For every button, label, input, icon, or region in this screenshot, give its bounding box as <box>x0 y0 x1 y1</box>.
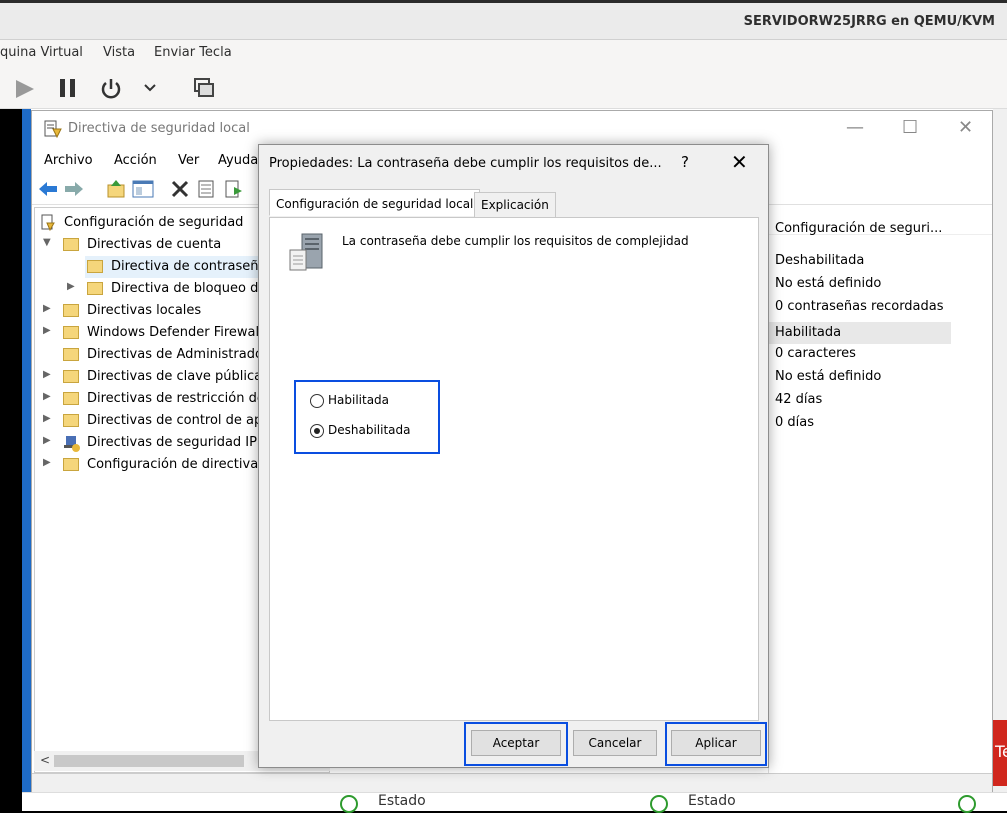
scroll-left-icon[interactable]: < <box>40 753 50 767</box>
chevron-down-icon[interactable] <box>143 83 157 93</box>
bottom-strip: Estado Estado <box>22 792 1007 813</box>
list-item[interactable]: 0 caracteres <box>775 346 985 368</box>
server-icon <box>289 233 323 271</box>
menu-accion[interactable]: Acción <box>114 153 157 168</box>
tab-local-security-setting[interactable]: Configuración de seguridad local <box>269 189 481 216</box>
delete-icon[interactable] <box>170 179 190 199</box>
chevron-right-icon[interactable]: ▶ <box>43 413 51 424</box>
radio-habilitada[interactable]: Habilitada <box>310 392 430 412</box>
properties-icon[interactable] <box>196 179 216 199</box>
ok-button[interactable]: Aceptar <box>471 730 561 756</box>
folder-lock-icon <box>87 282 103 295</box>
list-item[interactable]: No está definido <box>775 369 985 391</box>
host-toolbar <box>0 67 1007 109</box>
pause-icon[interactable] <box>58 78 78 98</box>
folder-lock-icon <box>63 238 79 251</box>
mmc-window-title: Directiva de seguridad local <box>68 121 250 136</box>
policy-description: La contraseña debe cumplir los requisito… <box>342 234 689 248</box>
show-hide-tree-icon[interactable] <box>132 179 154 199</box>
host-menu-maquina-virtual[interactable]: quina Virtual <box>0 45 83 60</box>
mmc-titlebar: Directiva de seguridad local — ☐ ✕ <box>32 111 992 147</box>
up-folder-icon[interactable] <box>106 179 126 199</box>
host-menu-vista[interactable]: Vista <box>103 45 135 60</box>
properties-dialog: Propiedades: La contraseña debe cumplir … <box>258 144 769 768</box>
tab-panel: La contraseña debe cumplir los requisito… <box>269 217 759 721</box>
chevron-right-icon[interactable]: ▶ <box>43 325 51 336</box>
guest-left-edge <box>22 109 31 811</box>
tab-explanation[interactable]: Explicación <box>474 192 556 218</box>
chevron-right-icon[interactable]: ▶ <box>43 303 51 314</box>
play-icon[interactable] <box>14 79 36 99</box>
status-ok-icon <box>340 795 358 813</box>
status-ok-icon <box>958 795 976 813</box>
list-item-selected[interactable]: Habilitada <box>769 322 951 344</box>
chevron-right-icon[interactable]: ▶ <box>43 391 51 402</box>
status-label: Estado <box>688 793 736 809</box>
folder-icon <box>63 458 79 471</box>
scrollbar-thumb[interactable] <box>54 755 244 767</box>
column-header-security-setting[interactable]: Configuración de seguri... <box>769 207 992 236</box>
menu-ayuda[interactable]: Ayuda <box>218 153 258 168</box>
folder-icon <box>63 414 79 427</box>
security-settings-icon <box>41 214 55 232</box>
chevron-right-icon[interactable]: ▶ <box>43 435 51 446</box>
local-policy-icon <box>44 120 62 139</box>
forward-arrow-icon[interactable] <box>64 181 84 197</box>
chevron-down-icon[interactable]: ▼ <box>43 237 51 248</box>
list-item[interactable]: 0 días <box>775 415 985 437</box>
back-arrow-icon[interactable] <box>38 181 58 197</box>
policy-values-pane: Configuración de seguri... Deshabilitada… <box>768 207 992 773</box>
folder-lock-icon <box>87 260 103 273</box>
radio-deshabilitada[interactable]: Deshabilitada <box>310 422 430 442</box>
list-item[interactable]: 0 contraseñas recordadas <box>775 299 985 321</box>
status-label: Estado <box>378 793 426 809</box>
ip-security-icon <box>64 436 80 452</box>
list-item[interactable]: 42 días <box>775 392 985 414</box>
status-ok-icon <box>650 795 668 813</box>
help-button[interactable]: ? <box>681 153 689 171</box>
chevron-right-icon[interactable]: ▶ <box>43 369 51 380</box>
folder-lock-icon <box>63 304 79 317</box>
host-menubar: quina Virtual Vista Enviar Tecla <box>0 40 1007 67</box>
close-button[interactable]: ✕ <box>958 117 973 138</box>
menu-archivo[interactable]: Archivo <box>44 153 93 168</box>
enable-radio-group: Habilitada Deshabilitada <box>294 380 440 454</box>
screenshot-icon[interactable] <box>193 77 215 99</box>
power-icon[interactable] <box>99 77 123 101</box>
folder-icon <box>63 348 79 361</box>
radio-circle[interactable] <box>310 394 324 408</box>
folder-icon <box>63 326 79 339</box>
host-titlebar: SERVIDORW25JRRG en QEMU/KVM <box>0 0 1007 40</box>
dialog-close-button[interactable]: ✕ <box>731 150 748 174</box>
chevron-right-icon[interactable]: ▶ <box>67 281 75 292</box>
apply-button[interactable]: Aplicar <box>671 730 761 756</box>
chevron-right-icon[interactable]: ▶ <box>43 457 51 468</box>
host-window-title: SERVIDORW25JRRG en QEMU/KVM <box>743 14 995 29</box>
host-menu-enviar-tecla[interactable]: Enviar Tecla <box>154 45 232 60</box>
folder-icon <box>63 370 79 383</box>
folder-icon <box>63 392 79 405</box>
dialog-title: Propiedades: La contraseña debe cumplir … <box>269 156 662 171</box>
guest-red-tile: Te <box>993 720 1007 786</box>
export-list-icon[interactable] <box>224 179 244 199</box>
menu-ver[interactable]: Ver <box>178 153 199 168</box>
minimize-button[interactable]: — <box>846 117 864 138</box>
cancel-button[interactable]: Cancelar <box>573 730 657 756</box>
guest-right-strip <box>993 109 1007 811</box>
maximize-button[interactable]: ☐ <box>902 117 918 138</box>
list-item[interactable]: Deshabilitada <box>775 253 985 275</box>
radio-circle-checked[interactable] <box>310 424 324 438</box>
list-item[interactable]: No está definido <box>775 276 985 298</box>
